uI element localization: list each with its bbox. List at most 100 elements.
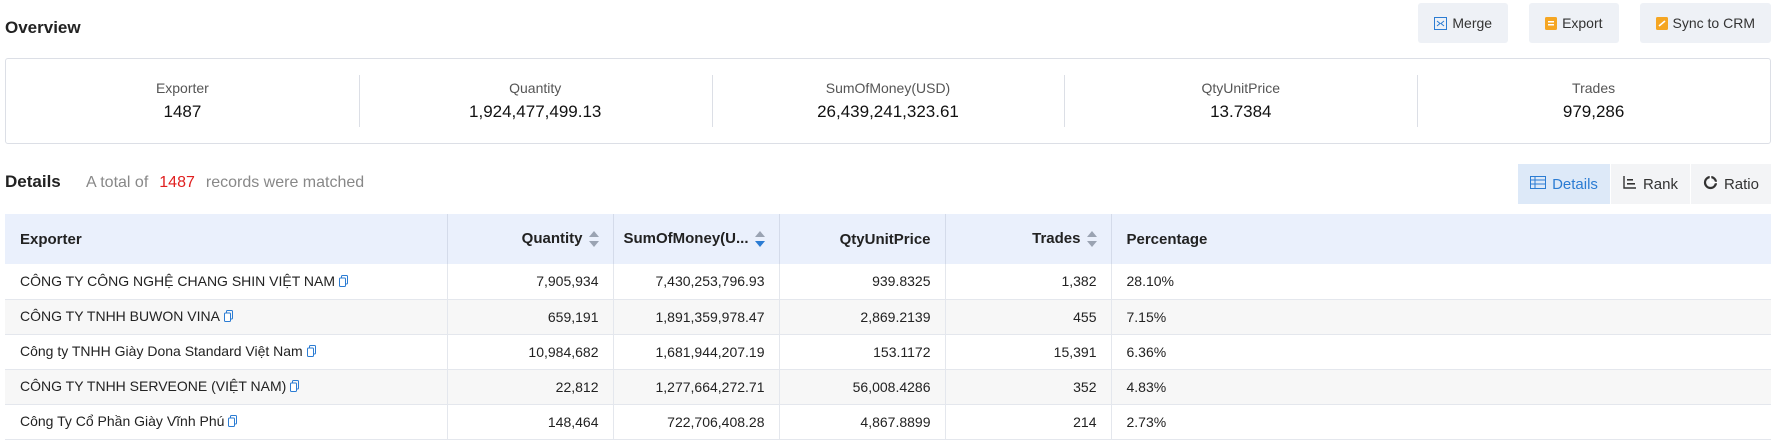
- summary-unit-price-value: 13.7384: [1210, 102, 1272, 121]
- cell-quantity: 659,191: [447, 299, 614, 335]
- details-title: Details: [5, 172, 61, 191]
- header-sum-label: SumOfMoney(U...: [623, 229, 749, 247]
- summary-trades-value: 979,286: [1562, 102, 1625, 121]
- copy-icon[interactable]: [290, 379, 300, 395]
- cell-exporter: Công Ty Cổ Phần Giày Vĩnh Phú: [5, 404, 448, 440]
- cell-percentage: 2.73%: [1111, 404, 1771, 440]
- overview-title: Overview: [5, 18, 81, 37]
- export-icon: [1545, 16, 1558, 30]
- summary-qty-unit-price: QtyUnitPrice 13.7384: [1064, 59, 1417, 143]
- copy-icon[interactable]: [228, 414, 238, 430]
- cell-trades: 352: [945, 369, 1112, 405]
- details-view-button[interactable]: Details: [1518, 164, 1610, 204]
- records-prefix: A total of: [86, 174, 149, 191]
- cell-exporter: CÔNG TY CÔNG NGHỆ CHANG SHIN VIỆT NAM: [5, 264, 448, 300]
- cell-sum: 722,706,408.28: [613, 404, 780, 440]
- export-label: Export: [1562, 15, 1603, 31]
- cell-exporter: CÔNG TY TNHH BUWON VINA: [5, 299, 448, 335]
- summary-panel: Exporter 1487 Quantity 1,924,477,499.13 …: [5, 58, 1771, 144]
- cell-trades: 1,382: [945, 264, 1112, 300]
- merge-icon: [1434, 16, 1448, 30]
- sync-to-crm-button[interactable]: Sync to CRM: [1639, 3, 1771, 43]
- cell-unit-price: 56,008.4286: [779, 369, 946, 405]
- table-header-row: Exporter Quantity SumOfMoney(U... QtyUni…: [5, 214, 1771, 264]
- sort-icon[interactable]: [1086, 230, 1097, 248]
- header-trades-label: Trades: [1032, 229, 1081, 247]
- crm-sync-icon: [1655, 16, 1668, 30]
- summary-exporter-value: 1487: [163, 102, 202, 121]
- table-row: CÔNG TY TNHH BUWON VINA 659,191 1,891,35…: [5, 299, 1771, 335]
- sort-icon[interactable]: [588, 230, 599, 248]
- view-switch: Details Rank Ratio: [1518, 164, 1771, 204]
- header-quantity-label: Quantity: [521, 229, 583, 247]
- table-row: Công ty TNHH Giày Dona Standard Việt Nam…: [5, 334, 1771, 370]
- cell-percentage: 4.83%: [1111, 369, 1771, 405]
- summary-trades-label: Trades: [1572, 80, 1616, 96]
- cell-exporter: Công ty TNHH Giày Dona Standard Việt Nam: [5, 334, 448, 370]
- cell-trades: 455: [945, 299, 1112, 335]
- records-count: 1487: [159, 174, 195, 191]
- ratio-icon: [1703, 174, 1718, 194]
- cell-percentage: 28.10%: [1111, 264, 1771, 300]
- cell-quantity: 7,905,934: [447, 264, 614, 300]
- summary-quantity: Quantity 1,924,477,499.13: [358, 59, 712, 143]
- sync-label: Sync to CRM: [1672, 15, 1755, 31]
- export-button[interactable]: Export: [1529, 3, 1619, 43]
- summary-exporter: Exporter 1487: [6, 59, 359, 143]
- cell-unit-price: 2,869.2139: [779, 299, 946, 335]
- cell-unit-price: 4,867.8899: [779, 404, 946, 440]
- cell-exporter: CÔNG TY TNHH SERVEONE (VIỆT NAM): [5, 369, 448, 405]
- rank-icon: [1623, 175, 1637, 193]
- header-exporter: Exporter: [5, 214, 448, 264]
- summary-sum-value: 26,439,241,323.61: [817, 102, 959, 121]
- header-qty-unit-price: QtyUnitPrice: [779, 214, 946, 264]
- exporter-name[interactable]: CÔNG TY TNHH SERVEONE (VIỆT NAM): [20, 378, 286, 394]
- header-unit-price-label: QtyUnitPrice: [839, 230, 931, 248]
- table-icon: [1530, 175, 1547, 193]
- table-row: CÔNG TY TNHH SERVEONE (VIỆT NAM) 22,812 …: [5, 369, 1771, 405]
- exporter-name[interactable]: CÔNG TY CÔNG NGHỆ CHANG SHIN VIỆT NAM: [20, 273, 335, 289]
- header-percentage: Percentage: [1111, 214, 1771, 264]
- cell-unit-price: 939.8325: [779, 264, 946, 300]
- cell-trades: 214: [945, 404, 1112, 440]
- summary-sum-label: SumOfMoney(USD): [825, 80, 951, 96]
- cell-quantity: 10,984,682: [447, 334, 614, 370]
- table-row: Công Ty Cổ Phần Giày Vĩnh Phú 148,464 72…: [5, 404, 1771, 440]
- header-quantity[interactable]: Quantity: [447, 214, 614, 264]
- cell-percentage: 7.15%: [1111, 299, 1771, 335]
- cell-sum: 1,891,359,978.47: [613, 299, 780, 335]
- cell-percentage: 6.36%: [1111, 334, 1771, 370]
- copy-icon[interactable]: [223, 309, 233, 325]
- copy-icon[interactable]: [306, 344, 316, 360]
- merge-label: Merge: [1452, 15, 1493, 31]
- header-sum-of-money[interactable]: SumOfMoney(U...: [613, 214, 780, 264]
- summary-quantity-label: Quantity: [509, 80, 562, 96]
- rank-view-label: Rank: [1642, 175, 1678, 193]
- details-view-label: Details: [1552, 175, 1598, 193]
- rank-view-button[interactable]: Rank: [1610, 164, 1690, 204]
- cell-sum: 7,430,253,796.93: [613, 264, 780, 300]
- cell-quantity: 148,464: [447, 404, 614, 440]
- ratio-view-button[interactable]: Ratio: [1690, 164, 1771, 204]
- summary-sum-of-money: SumOfMoney(USD) 26,439,241,323.61: [711, 59, 1065, 143]
- exporters-table: Exporter Quantity SumOfMoney(U... QtyUni…: [5, 214, 1771, 440]
- exporter-name[interactable]: Công ty TNHH Giày Dona Standard Việt Nam: [20, 343, 303, 359]
- summary-exporter-label: Exporter: [155, 80, 209, 96]
- summary-trades: Trades 979,286: [1417, 59, 1770, 143]
- exporter-name[interactable]: CÔNG TY TNHH BUWON VINA: [20, 308, 220, 324]
- exporter-name[interactable]: Công Ty Cổ Phần Giày Vĩnh Phú: [20, 413, 224, 429]
- table-row: CÔNG TY CÔNG NGHỆ CHANG SHIN VIỆT NAM 7,…: [5, 264, 1771, 300]
- summary-unit-price-label: QtyUnitPrice: [1201, 80, 1281, 96]
- records-matched-text: A total of 1487 records were matched: [86, 174, 364, 192]
- sort-desc-icon[interactable]: [754, 230, 765, 248]
- ratio-view-label: Ratio: [1723, 175, 1759, 193]
- cell-unit-price: 153.1172: [779, 334, 946, 370]
- header-trades[interactable]: Trades: [945, 214, 1112, 264]
- cell-trades: 15,391: [945, 334, 1112, 370]
- cell-quantity: 22,812: [447, 369, 614, 405]
- copy-icon[interactable]: [339, 274, 349, 290]
- merge-button[interactable]: Merge: [1418, 3, 1509, 43]
- summary-quantity-value: 1,924,477,499.13: [469, 102, 602, 121]
- header-percentage-label: Percentage: [1126, 230, 1208, 248]
- records-suffix: records were matched: [205, 174, 365, 191]
